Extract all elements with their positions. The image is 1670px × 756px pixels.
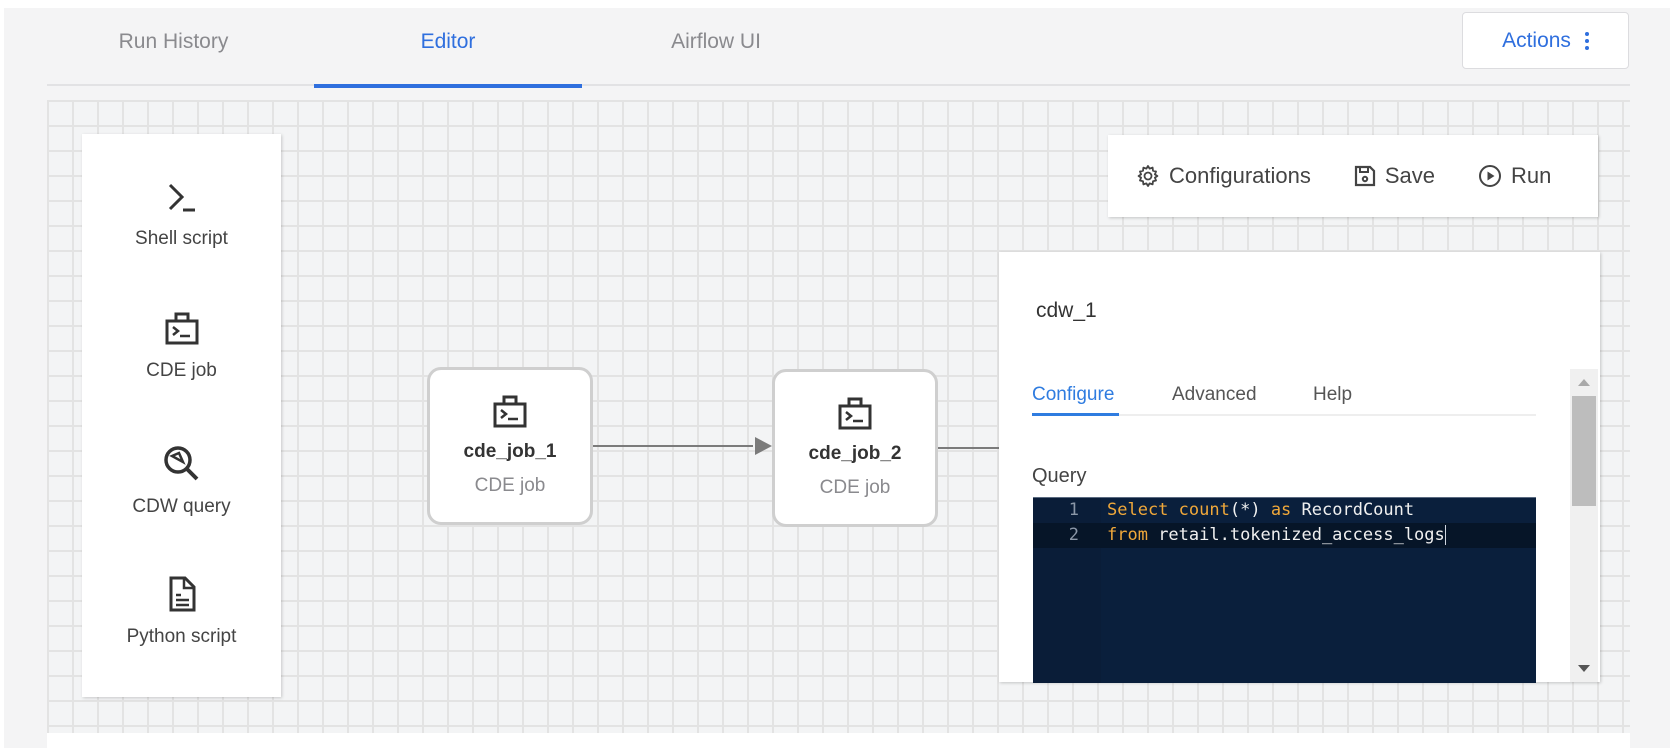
line-number: 2 <box>1068 525 1079 545</box>
canvas-toolbar: Configurations Save Run <box>1108 135 1598 217</box>
node-type: CDE job <box>819 477 891 498</box>
code-line[interactable]: 2 from retail.tokenized_access_logs <box>1033 523 1536 548</box>
scroll-down-icon[interactable] <box>1578 665 1590 672</box>
panel-tabs: Configure Advanced Help <box>1032 384 1536 416</box>
palette-item-label: CDE job <box>146 360 217 381</box>
query-editor[interactable]: 1 Select count(*) as RecordCount 2 from ret… <box>1033 497 1536 683</box>
pipeline-node[interactable]: cde_job_2 CDE job <box>772 369 938 527</box>
tab-label: Help <box>1313 384 1353 405</box>
code-line[interactable]: 1 Select count(*) as RecordCount <box>1033 498 1536 523</box>
node-palette: Shell script CDE job CDW query Python sc… <box>82 134 281 697</box>
save-button[interactable]: Save <box>1354 163 1435 189</box>
footer-area <box>47 733 1630 748</box>
cde-job-icon <box>493 395 527 428</box>
play-circle-icon <box>1479 165 1502 187</box>
save-icon <box>1354 165 1375 187</box>
configurations-button[interactable]: Configurations <box>1136 163 1311 189</box>
pipeline-node[interactable]: cde_job_1 CDE job <box>427 367 593 525</box>
tab-label: Airflow UI <box>671 30 761 53</box>
kebab-icon <box>1584 31 1589 50</box>
configurations-label: Configurations <box>1169 163 1311 188</box>
query-label: Query <box>1032 465 1087 487</box>
panel-scrollbar[interactable] <box>1570 369 1598 682</box>
node-name: cde_job_2 <box>808 443 902 464</box>
edge-connector <box>938 447 1000 449</box>
tab-label: Run History <box>118 30 229 53</box>
node-type: CDE job <box>474 475 546 496</box>
code-text: from retail.tokenized_access_logs <box>1107 525 1446 545</box>
actions-button[interactable]: Actions <box>1462 12 1629 69</box>
gear-icon <box>1137 165 1159 187</box>
tab-advanced[interactable]: Advanced <box>1172 384 1257 414</box>
cdw-query-icon <box>163 446 198 481</box>
palette-item-python-script[interactable]: Python script <box>82 576 281 648</box>
save-label: Save <box>1384 163 1436 188</box>
terminal-prompt-icon <box>168 183 195 212</box>
actions-label: Actions <box>1502 28 1571 52</box>
edge-connector <box>593 445 753 447</box>
run-label: Run <box>1511 163 1552 188</box>
tab-editor[interactable]: Editor <box>314 30 582 88</box>
palette-item-cde-job[interactable]: CDE job <box>82 312 281 382</box>
document-icon <box>169 576 195 612</box>
active-tab-indicator <box>1032 413 1119 416</box>
code-text: Select count(*) as RecordCount <box>1107 500 1415 520</box>
tab-label: Configure <box>1032 384 1115 405</box>
panel-title: cdw_1 <box>1036 299 1097 322</box>
arrow-head-icon <box>755 437 772 455</box>
node-config-panel: cdw_1 Configure Advanced Help Query 1 Sel… <box>999 252 1600 683</box>
main-tabs: Run History Editor Airflow UI <box>47 8 1630 88</box>
line-number: 1 <box>1068 500 1079 520</box>
run-button[interactable]: Run <box>1478 163 1551 189</box>
active-tab-indicator <box>314 84 582 88</box>
palette-item-cdw-query[interactable]: CDW query <box>82 444 281 518</box>
scroll-up-icon[interactable] <box>1578 379 1590 386</box>
tab-run-history[interactable]: Run History <box>47 30 300 84</box>
cde-job-icon <box>165 312 198 345</box>
scrollbar-thumb[interactable] <box>1572 396 1596 506</box>
tab-help[interactable]: Help <box>1313 384 1352 414</box>
node-name: cde_job_1 <box>463 441 557 462</box>
cde-job-icon <box>838 397 872 430</box>
tab-label: Advanced <box>1172 384 1257 405</box>
palette-item-label: CDW query <box>132 496 231 517</box>
palette-item-label: Shell script <box>135 228 228 249</box>
tab-airflow-ui[interactable]: Airflow UI <box>582 30 850 84</box>
tab-label: Editor <box>420 30 476 53</box>
tab-configure[interactable]: Configure <box>1032 384 1119 416</box>
text-cursor <box>1444 525 1446 545</box>
palette-item-label: Python script <box>126 626 237 647</box>
palette-item-shell-script[interactable]: Shell script <box>82 180 281 250</box>
